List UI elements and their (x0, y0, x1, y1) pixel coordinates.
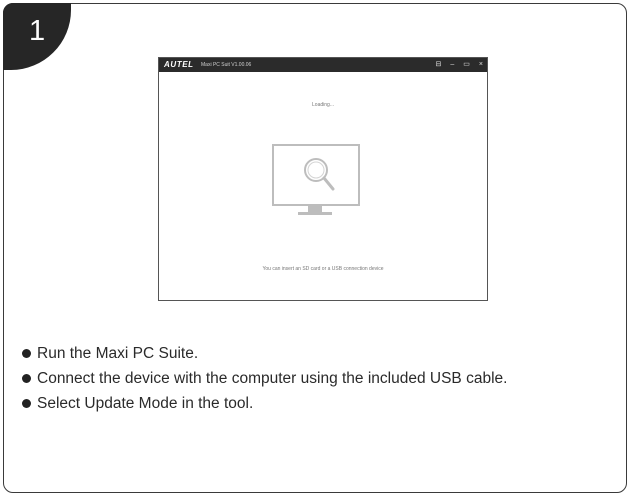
loading-text: Loading... (312, 102, 334, 108)
magnifier-icon (304, 158, 335, 191)
step-number: 1 (29, 15, 46, 47)
instruction-list: Run the Maxi PC Suite. Connect the devic… (22, 343, 602, 418)
autel-logo: AUTEL (164, 60, 194, 69)
bullet-icon (22, 374, 31, 383)
window-controls: ⊟ – ▭ × (436, 60, 484, 70)
hint-text: You can insert an SD card or a USB conne… (262, 266, 384, 272)
app-titlebar: AUTEL Maxi PC Suit V1.00.06 ⊟ – ▭ × (159, 58, 487, 72)
monitor-base (298, 212, 332, 215)
list-item: Run the Maxi PC Suite. (22, 343, 602, 364)
app-window-screenshot: AUTEL Maxi PC Suit V1.00.06 ⊟ – ▭ × Load… (158, 57, 488, 301)
list-item: Select Update Mode in the tool. (22, 393, 602, 414)
instruction-text: Connect the device with the computer usi… (37, 370, 508, 387)
monitor-icon (272, 144, 360, 206)
app-title: Maxi PC Suit V1.00.06 (201, 62, 252, 68)
minimize-icon[interactable]: – (450, 60, 454, 70)
instruction-emphasis: Update Mode (84, 395, 178, 412)
close-icon[interactable]: × (479, 60, 483, 70)
list-item: Connect the device with the computer usi… (22, 368, 602, 389)
instruction-suffix: in the tool. (177, 395, 254, 412)
instruction-suffix: . (193, 345, 199, 362)
instruction-emphasis: Maxi PC Suite (95, 345, 194, 362)
bullet-icon (22, 399, 31, 408)
instruction-text: Run the (37, 345, 96, 362)
instruction-text: Select (37, 395, 85, 412)
maximize-icon[interactable]: ▭ (463, 60, 470, 70)
bullet-icon (22, 349, 31, 358)
restore-icon[interactable]: ⊟ (436, 60, 442, 70)
